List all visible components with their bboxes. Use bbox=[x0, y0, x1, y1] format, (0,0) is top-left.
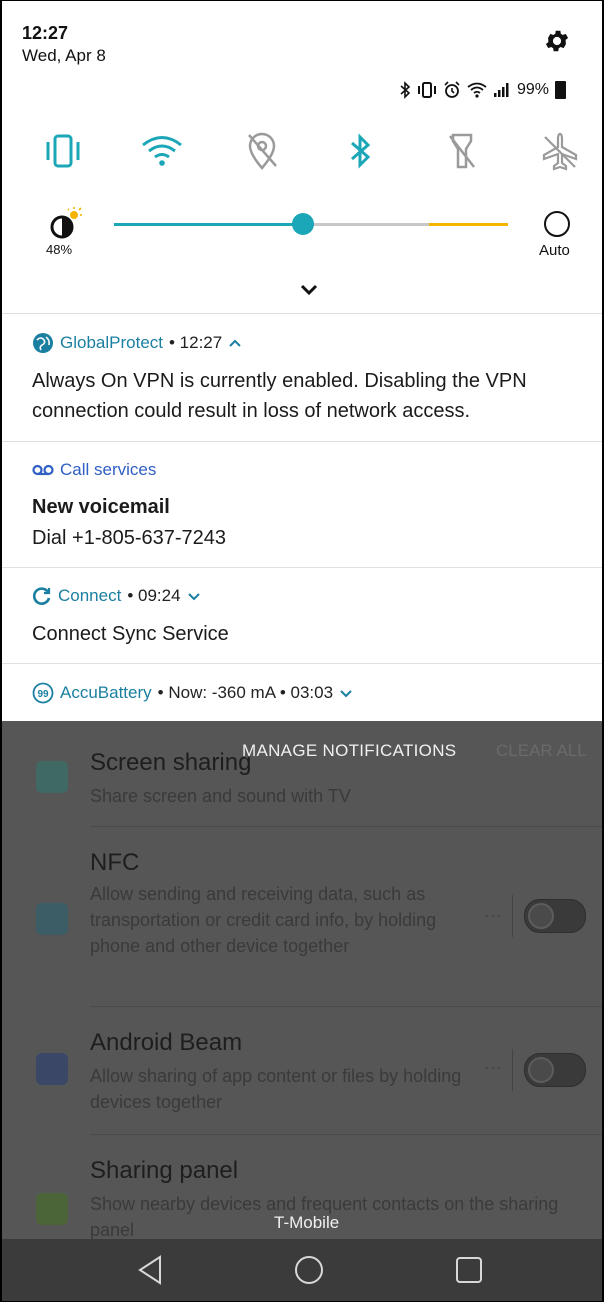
switch-knob bbox=[528, 1057, 554, 1083]
divider bbox=[90, 826, 602, 827]
chevron-down-icon[interactable] bbox=[187, 591, 201, 601]
setting-title: NFC bbox=[90, 849, 140, 876]
brightness-row: 48% Auto bbox=[2, 201, 602, 261]
android-icon bbox=[36, 1053, 68, 1085]
more-options-icon[interactable]: ··· bbox=[484, 905, 502, 926]
location-off-icon bbox=[248, 132, 277, 170]
airplane-icon bbox=[542, 132, 578, 171]
separator bbox=[512, 895, 513, 937]
bluetooth-icon bbox=[351, 133, 371, 169]
nfc-switch[interactable] bbox=[524, 899, 586, 933]
wifi-icon bbox=[142, 136, 182, 166]
date: Wed, Apr 8 bbox=[22, 46, 106, 65]
status-icons: 99% bbox=[399, 81, 566, 99]
notification-body: Dial +1-805-637-7243 bbox=[32, 527, 227, 549]
notification-app-name: AccuBattery bbox=[60, 683, 152, 702]
setting-title: Sharing panel bbox=[90, 1157, 239, 1184]
setting-subtitle: Allow sharing of app content or files by… bbox=[90, 1066, 462, 1112]
battery-percent: 99% bbox=[516, 81, 549, 98]
setting-subtitle: Share screen and sound with TV bbox=[90, 786, 351, 806]
battery-icon bbox=[555, 81, 566, 99]
flashlight-toggle[interactable] bbox=[436, 125, 488, 177]
manage-notifications-button[interactable]: MANAGE NOTIFICATIONS bbox=[242, 741, 456, 761]
notification-app-name: GlobalProtect bbox=[60, 333, 163, 352]
location-toggle[interactable] bbox=[236, 125, 288, 177]
signal-icon bbox=[493, 83, 509, 97]
flashlight-off-icon bbox=[449, 133, 475, 169]
bluetooth-toggle[interactable] bbox=[334, 125, 386, 177]
setting-title: Screen sharing bbox=[90, 749, 252, 776]
sync-icon bbox=[33, 587, 51, 605]
navigation-bar bbox=[2, 1239, 602, 1301]
quick-toggles bbox=[28, 125, 588, 177]
alarm-icon bbox=[444, 81, 460, 98]
notification-header: GlobalProtect • 12:27 bbox=[32, 332, 242, 354]
nfc-icon bbox=[36, 903, 68, 935]
globe-icon bbox=[33, 333, 53, 353]
notification-accubattery[interactable]: 99 AccuBattery • Now: -360 mA • 03:03 bbox=[2, 663, 602, 722]
divider bbox=[90, 1134, 602, 1135]
notification-app-name: Connect bbox=[58, 586, 122, 605]
vibrate-toggle[interactable] bbox=[37, 125, 89, 177]
separator bbox=[512, 1049, 513, 1091]
notification-connect[interactable]: Connect • 09:24 Connect Sync Service bbox=[2, 567, 602, 664]
more-options-icon[interactable]: ··· bbox=[484, 1057, 502, 1078]
brightness-percent: 48% bbox=[46, 242, 73, 257]
brightness-track-active bbox=[114, 223, 304, 226]
screen-sharing-icon bbox=[36, 761, 68, 793]
brightness-track-auto-range bbox=[429, 223, 508, 226]
bluetooth-icon bbox=[400, 81, 411, 99]
svg-text:99: 99 bbox=[37, 689, 49, 700]
brightness-slider-thumb[interactable] bbox=[292, 213, 315, 235]
divider bbox=[90, 1006, 602, 1007]
share-icon bbox=[36, 1193, 68, 1225]
chevron-up-icon[interactable] bbox=[228, 338, 242, 348]
wifi-toggle[interactable] bbox=[136, 125, 188, 177]
android-beam-switch[interactable] bbox=[524, 1053, 586, 1087]
notification-time: • 09:24 bbox=[127, 586, 181, 605]
vibrate-icon bbox=[46, 134, 80, 168]
clear-all-button[interactable]: CLEAR ALL bbox=[496, 741, 587, 761]
notification-header: 99 AccuBattery • Now: -360 mA • 03:03 bbox=[32, 682, 353, 704]
carrier-label: T-Mobile bbox=[274, 1213, 340, 1232]
notification-title: New voicemail bbox=[32, 496, 170, 518]
airplane-toggle[interactable] bbox=[534, 125, 586, 177]
recents-square-icon[interactable] bbox=[452, 1253, 486, 1287]
setting-title: Android Beam bbox=[90, 1029, 243, 1056]
notification-header: Call services bbox=[32, 460, 156, 480]
voicemail-icon bbox=[32, 464, 54, 476]
phone-screen: 12:27 Wed, Apr 8 99% 48% Auto GlobalProt… bbox=[0, 0, 604, 1302]
brightness-icon bbox=[50, 207, 82, 239]
settings-gear-icon[interactable] bbox=[543, 27, 571, 55]
switch-knob bbox=[528, 903, 554, 929]
expand-chevron-down-icon[interactable] bbox=[298, 283, 320, 297]
clock: 12:27 bbox=[22, 23, 69, 43]
auto-brightness-toggle[interactable] bbox=[544, 211, 570, 237]
chevron-down-icon[interactable] bbox=[339, 688, 353, 698]
notification-body: Always On VPN is currently enabled. Disa… bbox=[32, 370, 527, 422]
brightness-track-inactive bbox=[303, 223, 430, 226]
wifi-icon bbox=[467, 82, 487, 98]
notification-app-name: Call services bbox=[60, 460, 157, 479]
auto-brightness-label: Auto bbox=[539, 242, 570, 259]
home-circle-icon[interactable] bbox=[292, 1253, 326, 1287]
notification-header: Connect • 09:24 bbox=[32, 586, 201, 606]
dimmed-background: Screen sharing Share screen and sound wi… bbox=[2, 721, 602, 1239]
notification-call-services[interactable]: Call services New voicemail Dial +1-805-… bbox=[2, 441, 602, 568]
quick-settings-panel: 12:27 Wed, Apr 8 99% 48% Auto bbox=[2, 1, 602, 313]
notification-body: Connect Sync Service bbox=[32, 623, 229, 645]
setting-subtitle: Allow sending and receiving data, such a… bbox=[90, 884, 437, 956]
notification-globalprotect[interactable]: GlobalProtect • 12:27 Always On VPN is c… bbox=[2, 313, 602, 442]
vibrate-icon bbox=[417, 82, 436, 98]
back-triangle-icon[interactable] bbox=[134, 1253, 168, 1287]
notification-time: • 12:27 bbox=[169, 333, 223, 352]
accubattery-99-icon: 99 bbox=[32, 682, 54, 704]
notification-meta: • Now: -360 mA • 03:03 bbox=[157, 683, 334, 702]
